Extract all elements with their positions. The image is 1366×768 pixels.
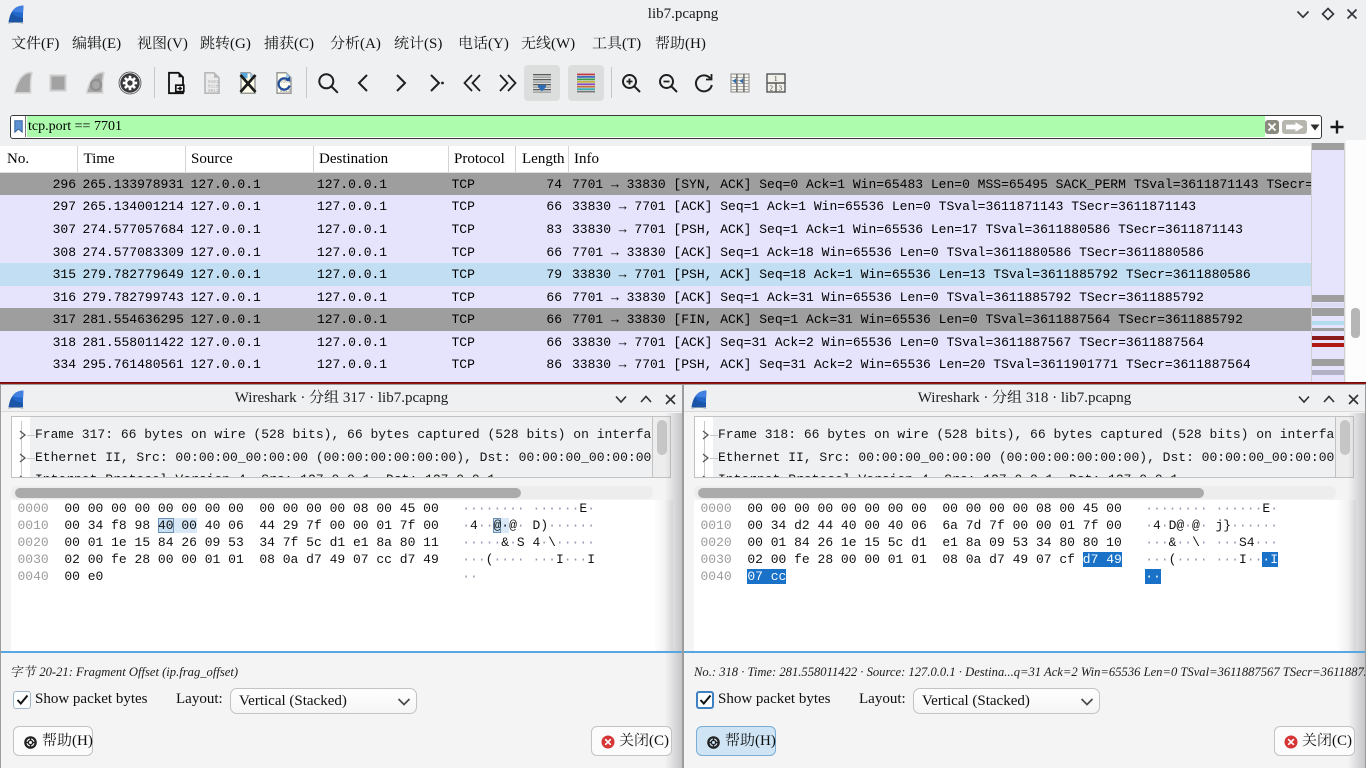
svg-text:0011: 0011	[208, 89, 219, 94]
svg-text:1: 1	[774, 75, 778, 83]
svg-text:2: 2	[770, 85, 774, 93]
svg-text:3: 3	[779, 85, 783, 93]
